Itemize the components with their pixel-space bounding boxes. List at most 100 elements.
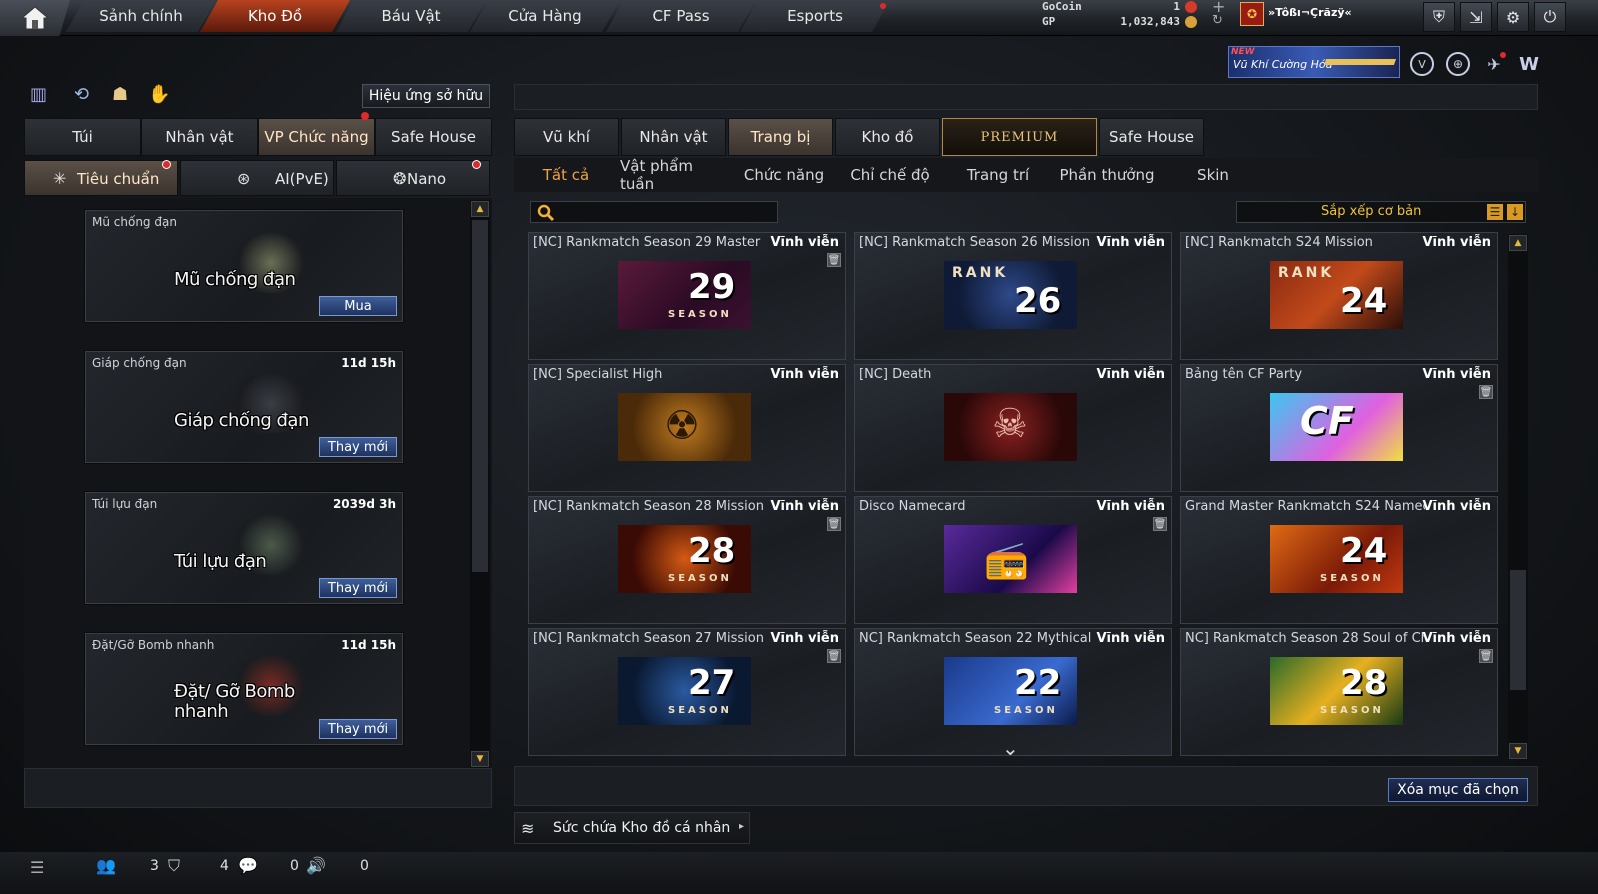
inventory-card[interactable]: [NC] Specialist High Vĩnh viễn ☢ [528, 364, 846, 492]
nav-tab-5[interactable]: Esports [740, 0, 890, 32]
renew-button[interactable]: Thay mới [319, 719, 397, 739]
sort-direction-icon[interactable]: ↓ [1507, 204, 1523, 220]
rotate-icon[interactable]: ⟲ [74, 84, 98, 108]
trash-icon[interactable]: 🗑 [827, 517, 841, 531]
weapon-upgrade-banner[interactable]: NEW Vũ Khí Cường Hóa [1228, 46, 1400, 78]
inventory-card[interactable]: [NC] Rankmatch Season 27 Mission Vĩnh viễ… [528, 628, 846, 756]
capacity-bar[interactable]: ≋ Sức chứa Kho đồ cá nhân ▸ [514, 812, 750, 844]
podium-icon[interactable]: ▥ [30, 84, 54, 108]
subtab-0[interactable]: Tất cả [530, 162, 602, 188]
left-tab-0[interactable]: Túi [24, 118, 141, 156]
inventory-card[interactable]: [NC] Rankmatch Season 28 Mission Vĩnh viễ… [528, 496, 846, 624]
left-tab-1[interactable]: Nhân vật [141, 118, 258, 156]
trash-icon[interactable]: 🗑 [1153, 517, 1167, 531]
scroll-down-button[interactable]: ▼ [471, 751, 489, 767]
home-button[interactable] [0, 0, 70, 36]
v-badge-icon[interactable]: V [1410, 52, 1434, 76]
trash-icon[interactable]: 🗑 [1479, 649, 1493, 663]
inventory-card[interactable]: Disco Namecard Vĩnh viễn 📻 🗑 [854, 496, 1172, 624]
speaker-icon[interactable]: 🔊 [306, 856, 326, 875]
mode-tab-0[interactable]: ✳ Tiêu chuẩn [24, 160, 178, 196]
rank-emblem-icon[interactable]: ✪ [1240, 2, 1264, 26]
search-input[interactable] [530, 201, 778, 223]
w-logo-icon[interactable]: W [1516, 52, 1542, 76]
right-scroll-up-button[interactable]: ▲ [1509, 235, 1527, 251]
left-scrollbar[interactable]: ▲ ▼ [470, 200, 490, 768]
nav-tab-2[interactable]: Báu Vật [336, 0, 486, 32]
sort-dropdown[interactable]: Sắp xếp cơ bản ☰ ↓ [1236, 201, 1526, 223]
inventory-card[interactable]: [NC] Rankmatch Season 26 Mission Vĩnh viễ… [854, 232, 1172, 360]
renew-button[interactable]: Thay mới [319, 578, 397, 598]
card-name: [NC] Rankmatch Season 28 Mission [533, 499, 764, 514]
nav-tab-1[interactable]: Kho Đồ [200, 0, 350, 32]
card-name: [NC] Rankmatch Season 27 Mission [533, 631, 764, 646]
settings-gear-icon[interactable]: ⚙ [1497, 2, 1529, 32]
nav-tab-3[interactable]: Cửa Hàng [470, 0, 620, 32]
inventory-card[interactable]: Grand Master Rankmatch S24 Namecard Vĩnh … [1180, 496, 1498, 624]
list-view-icon[interactable]: ☰ [1487, 204, 1503, 220]
clan-shield-icon[interactable]: ⛉ [168, 856, 180, 876]
subtab-4[interactable]: Trang trí [960, 162, 1036, 188]
left-tab-2[interactable]: VP Chức năng [258, 118, 375, 156]
subtab-5[interactable]: Phần thưởng [1054, 162, 1160, 188]
trash-icon[interactable]: 🗑 [1479, 385, 1493, 399]
refresh-currency-icon[interactable]: ↻ [1212, 13, 1223, 28]
right-scroll-down-button[interactable]: ▼ [1509, 743, 1527, 759]
exit-door-icon[interactable]: ⇲ [1460, 2, 1492, 32]
power-icon[interactable]: ⏻ [1534, 2, 1566, 32]
right-tab-2[interactable]: Trang bị [728, 118, 833, 156]
equipment-item[interactable]: Túi lựu đạn 2039d 3h Túi lựu đạn Thay mới [85, 492, 403, 604]
ownership-effect-button[interactable]: Hiệu ứng sở hữu [362, 84, 490, 108]
equipment-item[interactable]: Mũ chống đạn Mũ chống đạn Mua [85, 210, 403, 322]
nav-tab-4[interactable]: CF Pass [606, 0, 756, 32]
mode-alert-icon [162, 160, 171, 169]
subtab-2[interactable]: Chức năng [740, 162, 828, 188]
friends-icon[interactable]: 👥 [96, 856, 116, 875]
subtab-3[interactable]: Chỉ chế độ [848, 162, 932, 188]
shield-icon[interactable]: ⛨ [1423, 2, 1455, 32]
right-tab-1[interactable]: Nhân vật [621, 118, 726, 156]
username[interactable]: »Tôßı¬Çrãzÿ« [1268, 6, 1352, 19]
left-tab-3[interactable]: Safe House [375, 118, 492, 156]
trash-icon[interactable]: 🗑 [827, 253, 841, 267]
right-scroll-thumb[interactable] [1510, 570, 1526, 690]
card-art-number: CF [1300, 399, 1354, 443]
inventory-card[interactable]: [NC] Rankmatch Season 29 Master Vĩnh viễn… [528, 232, 846, 360]
left-scroll-thumb[interactable] [472, 220, 488, 572]
inventory-card[interactable]: [NC] Rankmatch S24 Mission Vĩnh viễn 24 RAN… [1180, 232, 1498, 360]
right-scrollbar[interactable]: ▲ ▼ [1508, 234, 1528, 760]
right-tab-0[interactable]: Vũ khí [514, 118, 619, 156]
right-tab-5[interactable]: Safe House [1099, 118, 1204, 156]
equipment-item[interactable]: Giáp chống đạn 11d 15h Giáp chống đạn Thay … [85, 351, 403, 463]
esports-notification-dot [880, 3, 886, 9]
subtab-1[interactable]: Vật phẩm tuần [620, 157, 730, 193]
vp-tab-alert-icon [361, 112, 369, 120]
chevron-down-icon[interactable]: ⌄ [1002, 736, 1019, 760]
inventory-card[interactable]: Bảng tên CF Party Vĩnh viễn CF 🗑 [1180, 364, 1498, 492]
glove-icon[interactable]: ✋ [148, 84, 172, 108]
card-art-number: 24 [1340, 281, 1388, 321]
inventory-card[interactable]: NC] Rankmatch Season 28 Soul of Chaos Vĩn… [1180, 628, 1498, 756]
right-tab-3[interactable]: Kho đồ [835, 118, 940, 156]
search-field[interactable] [559, 204, 773, 220]
globe-icon[interactable]: ⊕ [1446, 52, 1470, 76]
delete-selected-button[interactable]: Xóa mục đã chọn [1388, 778, 1528, 802]
character-icon[interactable]: ☗ [112, 84, 136, 108]
subtab-6[interactable]: Skin [1180, 162, 1246, 188]
renew-button[interactable]: Thay mới [319, 437, 397, 457]
clan-count: 4 [220, 858, 229, 874]
layers-icon: ≋ [521, 819, 535, 838]
mode-tab-1[interactable]: ⊛ AI(PvE) [180, 160, 334, 196]
nav-tab-0[interactable]: Sảnh chính [66, 0, 216, 32]
equipment-item[interactable]: Đặt/Gỡ Bomb nhanh 11d 15h Đặt/ Gỡ Bomb nha… [85, 633, 403, 745]
menu-list-icon[interactable]: ☰ [30, 858, 44, 877]
mode-tab-2[interactable]: ❂ Nano [336, 160, 490, 196]
chat-bubble-icon[interactable]: 💬 [238, 856, 258, 875]
buy-button[interactable]: Mua [319, 296, 397, 316]
inventory-card[interactable]: [NC] Death Vĩnh viễn ☠ [854, 364, 1172, 492]
scroll-up-button[interactable]: ▲ [471, 201, 489, 217]
capacity-expand-icon[interactable]: ▸ [739, 821, 744, 832]
trash-icon[interactable]: 🗑 [827, 649, 841, 663]
capacity-label: Sức chứa Kho đồ cá nhân [553, 820, 731, 836]
right-tab-4[interactable]: PREMIUM [942, 118, 1097, 156]
